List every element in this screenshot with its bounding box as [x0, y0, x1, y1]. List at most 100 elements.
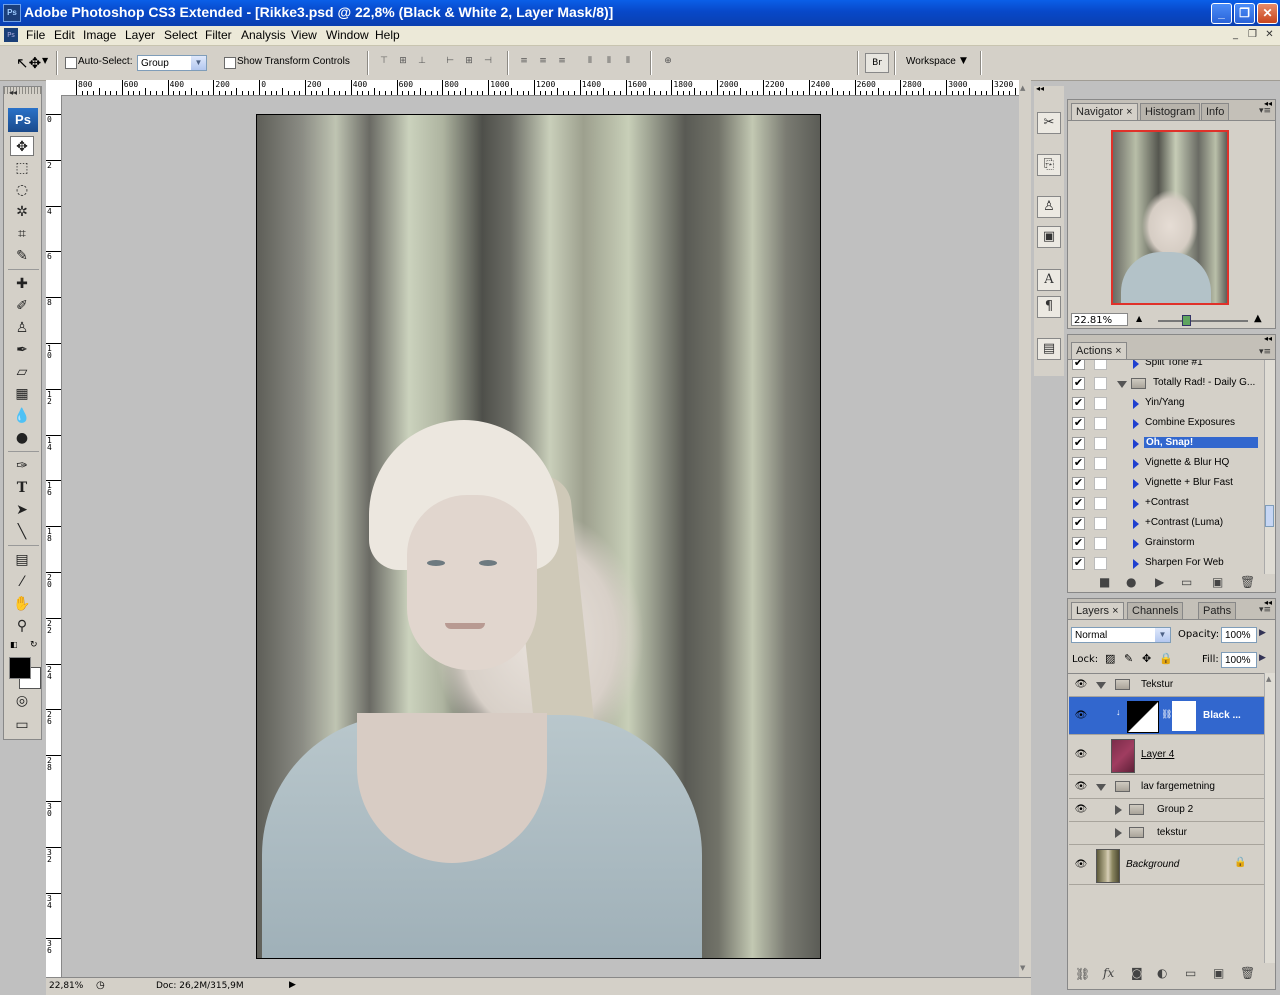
eye-icon[interactable]: 👁 — [1073, 779, 1089, 795]
adjustment-layer-icon[interactable]: ◐ — [1157, 966, 1167, 980]
workspace-label[interactable]: Workspace — [906, 56, 956, 67]
align-left-icon[interactable]: ⊢ — [444, 55, 456, 67]
action-row[interactable]: ✔ Yin/Yang — [1069, 395, 1260, 414]
blend-mode-dropdown[interactable]: Normal ▼ — [1071, 627, 1171, 643]
move-tool-preset-icon[interactable]: ↖✥ — [16, 54, 41, 72]
clone-stamp-tool-icon[interactable]: ♙ — [10, 318, 34, 338]
record-icon[interactable]: ● — [1126, 575, 1136, 589]
expand-triangle-icon[interactable] — [1133, 399, 1139, 409]
lasso-tool-icon[interactable]: ◌ — [10, 180, 34, 200]
close-icon[interactable]: × — [1126, 106, 1132, 118]
menu-help[interactable]: Help — [375, 28, 400, 42]
minimize-button[interactable]: _ — [1211, 3, 1232, 24]
expand-triangle-icon[interactable] — [1115, 828, 1122, 838]
collapse-panel-icon[interactable]: ◂◂ — [1264, 334, 1272, 343]
expand-triangle-icon[interactable] — [1133, 499, 1139, 509]
layers-scrollbar[interactable]: ▲ — [1264, 673, 1275, 963]
zoom-field[interactable]: 22,81% — [49, 981, 83, 991]
eyedropper-tool-icon[interactable]: ⁄ — [10, 572, 34, 592]
actions-scrollbar[interactable] — [1264, 360, 1275, 574]
slice-tool-icon[interactable]: ✎ — [10, 246, 34, 266]
action-row[interactable]: ✔ Vignette & Blur HQ — [1069, 455, 1260, 474]
chevron-down-icon[interactable]: ▼ — [960, 56, 967, 66]
paragraph-icon[interactable]: ¶ — [1037, 296, 1061, 318]
expand-triangle-icon[interactable] — [1115, 805, 1122, 815]
panel-menu-icon[interactable]: ▾≡ — [1259, 106, 1271, 116]
eye-icon[interactable]: 👁 — [1073, 677, 1089, 693]
adjustment-thumbnail[interactable] — [1127, 701, 1159, 733]
action-toggle-checkbox[interactable]: ✔ — [1072, 497, 1085, 510]
crop-tool-icon[interactable]: ⌗ — [10, 224, 34, 244]
auto-select-dropdown[interactable]: Group ▼ — [137, 55, 207, 71]
expand-dock-icon[interactable]: ◂◂ — [1036, 84, 1044, 93]
notes-tool-icon[interactable]: ▤ — [10, 550, 34, 570]
layer-row[interactable]: 👁 Layer 4 — [1069, 735, 1274, 775]
tab-actions[interactable]: Actions × — [1071, 342, 1127, 359]
tab-channels[interactable]: Channels — [1127, 602, 1184, 619]
status-info-icon[interactable]: ◷ — [96, 980, 105, 991]
action-row[interactable]: ✔ Vignette + Blur Fast — [1069, 475, 1260, 494]
layer-style-icon[interactable]: fx — [1103, 966, 1114, 980]
layer-row-group[interactable]: 👁 lav fargemetning — [1069, 775, 1274, 799]
action-toggle-checkbox[interactable]: ✔ — [1072, 437, 1085, 450]
eye-icon[interactable]: 👁 — [1073, 747, 1089, 763]
action-dialog-toggle[interactable] — [1094, 457, 1107, 470]
menu-layer[interactable]: Layer — [125, 28, 155, 42]
link-icon[interactable]: ⛓ — [1161, 709, 1172, 720]
history-icon[interactable]: ⎘ — [1037, 154, 1061, 176]
action-dialog-toggle[interactable] — [1094, 517, 1107, 530]
expand-triangle-icon[interactable] — [1133, 439, 1139, 449]
action-dialog-toggle[interactable] — [1094, 377, 1107, 390]
action-toggle-checkbox[interactable]: ✔ — [1072, 477, 1085, 490]
align-top-icon[interactable]: ⊤ — [378, 55, 390, 67]
brushes-icon[interactable]: ▣ — [1037, 226, 1061, 248]
dodge-tool-icon[interactable]: ● — [10, 428, 34, 448]
photoshop-app-icon[interactable]: Ps — [3, 4, 21, 22]
navigator-zoom-field[interactable]: 22.81% — [1071, 313, 1128, 326]
hand-tool-icon[interactable]: ✋ — [10, 594, 34, 614]
action-dialog-toggle[interactable] — [1094, 477, 1107, 490]
panel-menu-icon[interactable]: ▾≡ — [1259, 605, 1271, 615]
expand-triangle-icon[interactable] — [1133, 459, 1139, 469]
lock-pixels-icon[interactable]: ✎ — [1124, 652, 1133, 665]
fill-slider-arrow-icon[interactable]: ▶ — [1259, 653, 1266, 663]
action-dialog-toggle[interactable] — [1094, 557, 1107, 570]
action-toggle-checkbox[interactable]: ✔ — [1072, 397, 1085, 410]
tab-histogram[interactable]: Histogram — [1140, 103, 1201, 120]
collapse-arrows-icon[interactable]: ◂◂ — [9, 88, 17, 97]
foreground-color-swatch[interactable] — [9, 657, 31, 679]
expand-triangle-icon[interactable] — [1133, 479, 1139, 489]
layer-row-group[interactable]: 👁 Tekstur — [1069, 674, 1274, 697]
menu-edit[interactable]: Edit — [54, 28, 75, 42]
lock-position-icon[interactable]: ✥ — [1142, 652, 1151, 665]
layer-row-selected[interactable]: 👁 ↓ ⛓ Black ... — [1069, 697, 1274, 735]
panel-menu-icon[interactable]: ▾≡ — [1259, 347, 1271, 357]
default-colors-icon[interactable]: ◧ — [10, 640, 18, 649]
action-toggle-checkbox[interactable]: ✔ — [1072, 377, 1085, 390]
expand-triangle-icon[interactable] — [1133, 360, 1139, 369]
doc-close-button[interactable]: ✕ — [1262, 28, 1277, 42]
close-icon[interactable]: × — [1115, 345, 1121, 357]
stop-icon[interactable]: ■ — [1099, 575, 1110, 589]
opacity-field[interactable]: 100% — [1221, 627, 1257, 643]
menu-image[interactable]: Image — [83, 28, 116, 42]
bridge-icon[interactable]: Br — [865, 53, 889, 73]
expand-triangle-icon[interactable] — [1133, 419, 1139, 429]
move-tool-icon[interactable]: ✥ — [10, 136, 34, 156]
doc-minimize-button[interactable]: _ — [1228, 28, 1243, 42]
action-set-row[interactable]: ✔ Totally Rad! - Daily G... — [1069, 375, 1260, 394]
action-row[interactable]: ✔ +Contrast (Luma) — [1069, 515, 1260, 534]
add-mask-icon[interactable]: ◙ — [1131, 966, 1143, 980]
action-row[interactable]: ✔ +Contrast — [1069, 495, 1260, 514]
magic-wand-tool-icon[interactable]: ✲ — [10, 202, 34, 222]
layer-comps-icon[interactable]: ▤ — [1037, 338, 1061, 360]
action-row[interactable]: ✔ Split Tone #1 — [1069, 360, 1260, 374]
character-icon[interactable]: A — [1037, 269, 1061, 291]
zoom-in-icon[interactable]: ▲ — [1254, 313, 1262, 324]
new-layer-icon[interactable]: ▣ — [1213, 966, 1224, 980]
action-row-selected[interactable]: ✔ Oh, Snap! — [1069, 435, 1260, 454]
screen-mode-icon[interactable]: ▭ — [10, 715, 34, 735]
opacity-slider-arrow-icon[interactable]: ▶ — [1259, 628, 1266, 638]
close-button[interactable]: ✕ — [1257, 3, 1278, 24]
layer-thumbnail[interactable] — [1111, 739, 1135, 773]
